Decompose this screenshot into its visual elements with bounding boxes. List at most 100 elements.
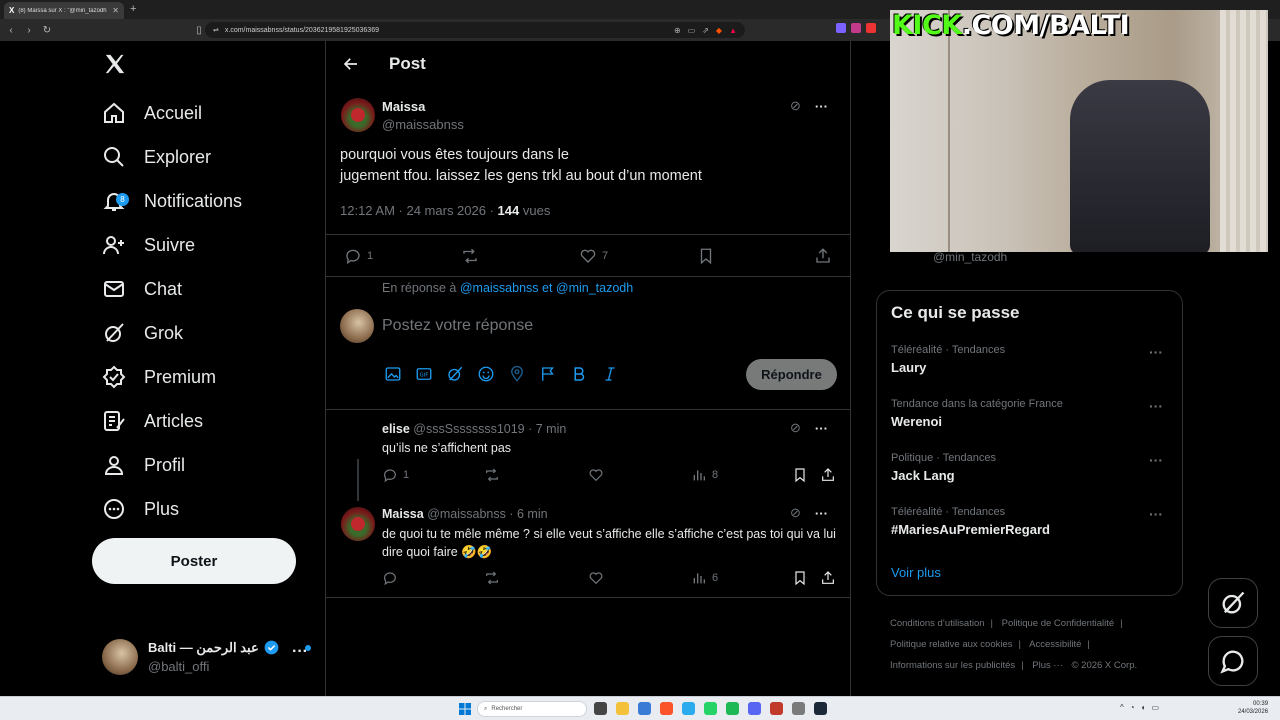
footer-link[interactable]: Conditions d’utilisation bbox=[890, 618, 985, 629]
grok-analyze-icon[interactable]: ⊘ bbox=[790, 98, 801, 114]
reply-time[interactable]: · 7 min bbox=[528, 422, 566, 436]
more-icon[interactable]: ··· bbox=[815, 99, 828, 114]
repost-button[interactable] bbox=[484, 570, 500, 586]
footer-link[interactable]: Informations sur les publicités bbox=[890, 660, 1015, 671]
like-button[interactable] bbox=[588, 467, 604, 483]
trend-item[interactable]: Téléréalité · Tendances Laury ··· bbox=[891, 344, 1171, 375]
grok-float-button[interactable] bbox=[1208, 578, 1258, 628]
grok-analyze-icon[interactable]: ⊘ bbox=[790, 505, 801, 521]
grok-analyze-icon[interactable]: ⊘ bbox=[790, 420, 801, 436]
trend-item[interactable]: Politique · Tendances Jack Lang ··· bbox=[891, 452, 1171, 483]
nav-item-explorer[interactable]: Explorer bbox=[102, 137, 211, 177]
nav-item-articles[interactable]: Articles bbox=[102, 401, 203, 441]
volume-icon[interactable]: ◖ bbox=[1141, 703, 1146, 712]
flag-icon[interactable] bbox=[539, 365, 557, 383]
discord-icon[interactable] bbox=[748, 702, 761, 715]
more-icon[interactable]: ··· bbox=[815, 506, 828, 521]
more-icon[interactable]: ··· bbox=[815, 421, 828, 436]
nav-item-plus[interactable]: Plus bbox=[102, 489, 179, 529]
nav-item-suivre[interactable]: Suivre bbox=[102, 225, 195, 265]
reply-button[interactable] bbox=[382, 570, 403, 586]
nav-item-grok[interactable]: Grok bbox=[102, 313, 183, 353]
more-icon[interactable]: ··· bbox=[1149, 398, 1163, 414]
close-icon[interactable]: ✕ bbox=[112, 6, 119, 15]
more-icon[interactable]: ··· bbox=[1149, 452, 1163, 468]
new-tab-button[interactable]: + bbox=[130, 3, 136, 15]
extension-icon[interactable] bbox=[851, 23, 861, 33]
extension-icon[interactable] bbox=[836, 23, 846, 33]
brave-rewards-icon[interactable]: ▲ bbox=[729, 26, 737, 35]
bookmark-button[interactable] bbox=[697, 247, 715, 265]
share-button[interactable] bbox=[820, 570, 836, 586]
battery-icon[interactable]: ▭ bbox=[1151, 703, 1159, 712]
grok-icon[interactable] bbox=[446, 365, 464, 383]
nav-item-accueil[interactable]: Accueil bbox=[102, 93, 202, 133]
share-button[interactable] bbox=[820, 467, 836, 483]
site-info-icon[interactable]: ⇌ bbox=[213, 26, 219, 34]
emoji-icon[interactable] bbox=[477, 365, 495, 383]
like-button[interactable] bbox=[588, 570, 604, 586]
app-icon[interactable] bbox=[638, 702, 651, 715]
footer-link[interactable]: Plus ··· bbox=[1032, 660, 1063, 671]
steam-icon[interactable] bbox=[814, 702, 827, 715]
replying-to-handles[interactable]: @maissabnss et @min_tazodh bbox=[460, 281, 633, 295]
post-time[interactable]: 12:12 AM · 24 mars 2026 · bbox=[340, 203, 494, 218]
taskbar-search[interactable]: ⌕ Rechercher bbox=[477, 701, 587, 717]
image-icon[interactable] bbox=[384, 365, 402, 383]
like-button[interactable]: 7 bbox=[579, 247, 608, 265]
nav-item-chat[interactable]: Chat bbox=[102, 269, 182, 309]
more-icon[interactable]: ··· bbox=[1149, 344, 1163, 360]
chat-float-button[interactable] bbox=[1208, 636, 1258, 686]
author-handle[interactable]: @maissabnss bbox=[382, 117, 464, 132]
nav-item-profil[interactable]: Profil bbox=[102, 445, 185, 485]
footer-link[interactable]: Accessibilité bbox=[1029, 639, 1081, 650]
reply-author-handle[interactable]: @sssSsssssss1019 bbox=[413, 422, 524, 436]
footer-link[interactable]: Politique de Confidentialité bbox=[1002, 618, 1115, 629]
back-icon[interactable]: ‹ bbox=[4, 25, 18, 36]
avatar[interactable] bbox=[341, 98, 375, 132]
trend-item[interactable]: Tendance dans la catégorie France Wereno… bbox=[891, 398, 1171, 429]
spotify-icon[interactable] bbox=[726, 702, 739, 715]
account-switcher[interactable]: Balti — عبد الرحمن @balti_offi ··· bbox=[102, 637, 322, 677]
bookmark-button[interactable] bbox=[792, 570, 808, 586]
reply-button[interactable]: 1 bbox=[382, 467, 409, 483]
gif-icon[interactable]: GIF bbox=[415, 365, 433, 383]
reply-submit-button[interactable]: Répondre bbox=[746, 359, 837, 390]
app-icon[interactable] bbox=[792, 702, 805, 715]
author-name[interactable]: Maissa bbox=[382, 99, 425, 114]
file-explorer-icon[interactable] bbox=[616, 702, 629, 715]
task-view-icon[interactable] bbox=[594, 702, 607, 715]
reply-button[interactable]: 1 bbox=[344, 247, 373, 265]
reload-icon[interactable]: ↻ bbox=[40, 25, 54, 36]
telegram-icon[interactable] bbox=[682, 702, 695, 715]
repost-button[interactable] bbox=[461, 247, 479, 265]
extension-icon[interactable] bbox=[866, 23, 876, 33]
location-icon[interactable] bbox=[508, 365, 526, 383]
brave-shield-icon[interactable]: ◆ bbox=[716, 26, 722, 35]
nav-item-premium[interactable]: Premium bbox=[102, 357, 216, 397]
share-button[interactable] bbox=[814, 247, 832, 265]
italic-icon[interactable] bbox=[601, 365, 619, 383]
reply-time[interactable]: · 6 min bbox=[509, 507, 547, 521]
reply-author-handle[interactable]: @maissabnss bbox=[427, 507, 506, 521]
bookmark-icon[interactable]: ▯ bbox=[192, 25, 206, 36]
clock[interactable]: 00:39 24/03/2026 bbox=[1238, 700, 1268, 716]
footer-link[interactable]: Politique relative aux cookies bbox=[890, 639, 1013, 650]
reply-input[interactable] bbox=[382, 313, 822, 339]
whatsapp-icon[interactable] bbox=[704, 702, 717, 715]
bold-icon[interactable] bbox=[570, 365, 588, 383]
windows-start-icon[interactable] bbox=[459, 703, 471, 715]
share-icon[interactable]: ⇗ bbox=[702, 26, 709, 35]
reply-author-name[interactable]: Maissa bbox=[382, 507, 424, 521]
see-more-link[interactable]: Voir plus bbox=[891, 565, 941, 580]
address-bar[interactable]: ⇌ x.com/maissabnss/status/20362195819250… bbox=[205, 22, 745, 38]
repost-button[interactable] bbox=[484, 467, 500, 483]
more-icon[interactable]: ··· bbox=[1149, 506, 1163, 522]
tray-icon[interactable]: ^ bbox=[1120, 703, 1124, 712]
wifi-icon[interactable]: ◔ bbox=[1130, 703, 1135, 712]
trend-item[interactable]: Téléréalité · Tendances #MariesAuPremier… bbox=[891, 506, 1171, 537]
forward-icon[interactable]: › bbox=[22, 25, 36, 36]
brave-icon[interactable] bbox=[660, 702, 673, 715]
views-button[interactable]: 6 bbox=[691, 570, 718, 586]
reply-author-name[interactable]: elise bbox=[382, 422, 410, 436]
